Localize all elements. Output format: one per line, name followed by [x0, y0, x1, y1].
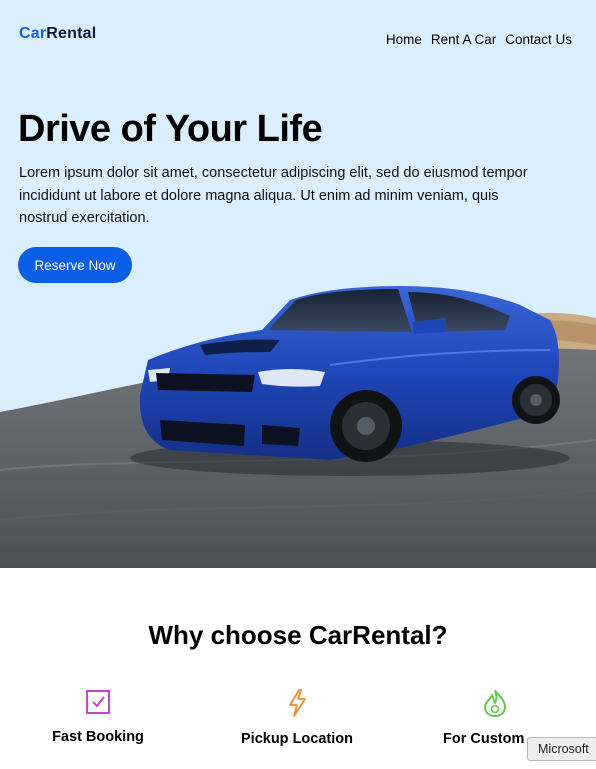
logo-part-car: Car — [19, 25, 47, 42]
nav-home[interactable]: Home — [386, 32, 422, 47]
feature-fast-booking: Fast Booking — [46, 688, 150, 745]
nav-rent-a-car[interactable]: Rent A Car — [431, 32, 496, 47]
hero-title: Drive of Your Life — [18, 108, 323, 150]
logo-part-rental: Rental — [46, 25, 97, 42]
feature-pickup-location: Pickup Location — [236, 688, 358, 747]
brand-logo[interactable]: CarRental — [19, 25, 96, 43]
nav-contact-us[interactable]: Contact Us — [505, 32, 572, 47]
hero-section: CarRental Home Rent A Car Contact Us Dri… — [0, 0, 596, 568]
feature-label: Fast Booking — [52, 729, 144, 745]
tooltip: Microsoft — [527, 737, 596, 761]
why-section: Why choose CarRental? Fast Booking Picku… — [0, 568, 596, 769]
checkbox-icon — [86, 690, 110, 714]
hero-car-image — [0, 286, 596, 568]
flame-icon — [484, 690, 506, 717]
lightning-icon — [289, 689, 306, 717]
hero-description: Lorem ipsum dolor sit amet, consectetur … — [19, 165, 528, 226]
why-title: Why choose CarRental? — [148, 620, 448, 650]
feature-label: Pickup Location — [241, 731, 353, 747]
main-nav: Home Rent A Car Contact Us — [386, 32, 572, 47]
